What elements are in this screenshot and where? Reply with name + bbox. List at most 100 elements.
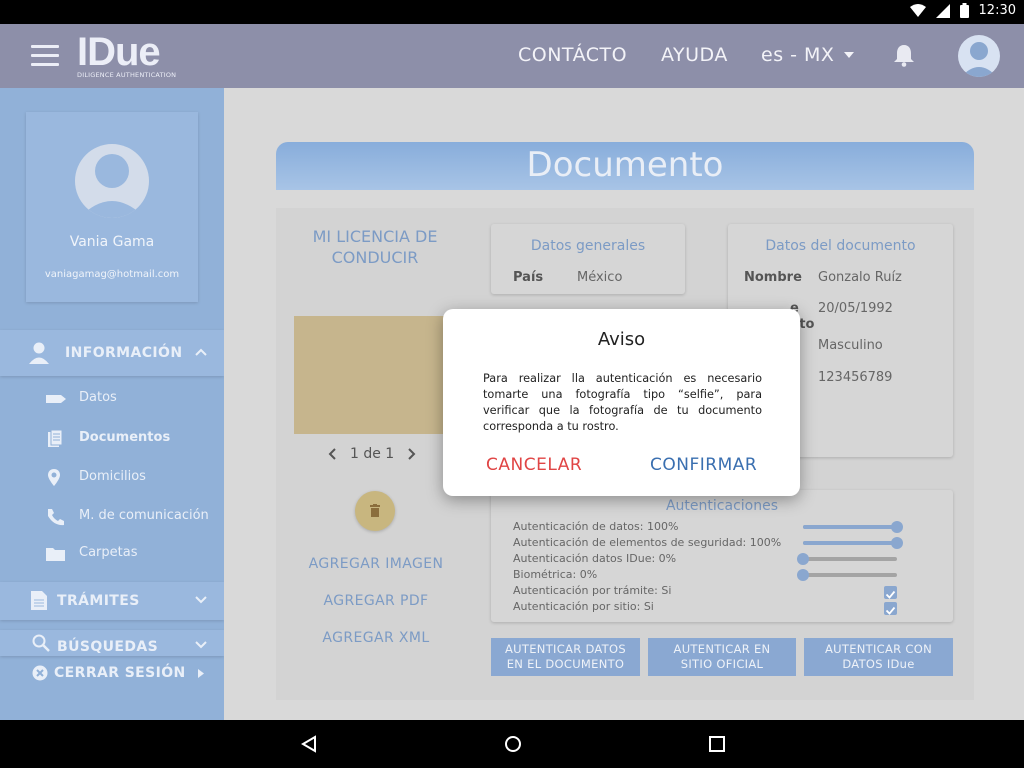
add-xml-link[interactable]: AGREGAR XML xyxy=(276,630,476,646)
language-select[interactable]: es - MX xyxy=(761,44,855,66)
confirm-button[interactable]: CONFIRMAR xyxy=(650,455,757,475)
delete-image-button[interactable] xyxy=(355,491,395,531)
chevron-up-icon xyxy=(195,348,207,356)
section-tramites-label: TRÁMITES xyxy=(57,593,140,609)
user-avatar[interactable] xyxy=(958,35,1000,77)
person-icon xyxy=(29,342,49,364)
document-type-title: MI LICENCIA DE CONDUCIR xyxy=(312,227,438,267)
button-label: EN EL DOCUMENTO xyxy=(506,657,625,671)
button-label: AUTENTICAR EN xyxy=(673,642,771,656)
cancel-button[interactable]: CANCELAR xyxy=(486,455,582,475)
section-informacion[interactable]: INFORMACIÓN xyxy=(0,330,224,376)
notice-dialog: Aviso Para realizar lla autenticación es… xyxy=(443,309,800,496)
document-data-title: Datos del documento xyxy=(765,238,916,254)
recents-icon[interactable] xyxy=(708,735,726,753)
battery-icon xyxy=(959,3,969,18)
checkbox-sitio[interactable] xyxy=(884,602,897,615)
auth-row-label: Biométrica: 0% xyxy=(513,568,598,581)
gender-value: Masculino xyxy=(818,338,883,353)
nav-help-link[interactable]: AYUDA xyxy=(661,44,728,66)
auth-progress-slider xyxy=(803,521,903,533)
sidebar-item-label: M. de comunicación xyxy=(79,508,209,523)
country-value: México xyxy=(577,270,623,285)
document-icon xyxy=(31,591,47,610)
documents-icon xyxy=(48,430,63,447)
image-pager: 1 de 1 xyxy=(328,446,416,462)
chevron-down-icon xyxy=(195,596,207,604)
home-icon[interactable] xyxy=(504,735,522,753)
signal-icon xyxy=(935,3,950,18)
auth-progress-slider xyxy=(803,537,903,549)
button-label: AUTENTICAR CON xyxy=(824,642,933,656)
section-tramites[interactable]: TRÁMITES xyxy=(0,582,224,620)
name-value: Gonzalo Ruíz xyxy=(818,270,902,285)
auth-row-label: Autenticación por trámite: Si xyxy=(513,584,672,597)
chevron-right-icon[interactable] xyxy=(408,448,416,460)
sidebar-item-label: Datos xyxy=(79,390,117,405)
logo: IDue DILIGENCE AUTHENTICATION xyxy=(77,32,176,79)
section-busquedas[interactable]: BÚSQUEDAS xyxy=(0,630,224,656)
section-busquedas-label: BÚSQUEDAS xyxy=(57,639,159,655)
sidebar-item-datos[interactable]: Datos xyxy=(0,385,224,413)
pager-label: 1 de 1 xyxy=(350,446,395,462)
location-pin-icon xyxy=(48,469,60,486)
sidebar-item-domicilios[interactable]: Domicilios xyxy=(0,464,224,492)
profile-name: Vania Gama xyxy=(69,234,155,250)
auth-row-label: Autenticación de elementos de seguridad:… xyxy=(513,536,782,549)
sidebar-item-carpetas[interactable]: Carpetas xyxy=(0,540,224,568)
auth-row-label: Autenticación de datos: 100% xyxy=(513,520,679,533)
bell-icon[interactable] xyxy=(893,43,915,67)
authenticate-official-site-button[interactable]: AUTENTICAR EN SITIO OFICIAL xyxy=(648,638,796,676)
authenticate-document-button[interactable]: AUTENTICAR DATOS EN EL DOCUMENTO xyxy=(491,638,640,676)
document-image[interactable] xyxy=(294,316,454,434)
button-label: DATOS IDue xyxy=(842,657,915,671)
check-icon xyxy=(885,606,896,615)
checkbox-tramite[interactable] xyxy=(884,586,897,599)
language-label: es - MX xyxy=(761,44,835,66)
name-label: Nombre xyxy=(744,270,802,285)
user-icon xyxy=(961,42,997,77)
general-data-title: Datos generales xyxy=(530,238,646,254)
sidebar-item-documentos[interactable]: Documentos xyxy=(0,425,224,453)
authenticate-idue-button[interactable]: AUTENTICAR CON DATOS IDue xyxy=(804,638,953,676)
page-title: Documento xyxy=(276,142,974,190)
status-bar: 12:30 xyxy=(0,0,1024,24)
check-icon xyxy=(885,590,896,599)
number-value: 123456789 xyxy=(818,370,893,385)
wifi-icon xyxy=(909,3,926,17)
add-pdf-link[interactable]: AGREGAR PDF xyxy=(276,593,476,609)
nav-contact-link[interactable]: CONTÁCTO xyxy=(518,44,627,66)
authentications-card: Autenticaciones Autenticación de datos: … xyxy=(491,490,953,622)
trash-icon xyxy=(370,504,380,517)
chevron-down-icon xyxy=(195,641,207,649)
auth-row-label: Autenticación datos IDue: 0% xyxy=(513,552,677,565)
system-nav-bar xyxy=(0,720,1024,768)
dialog-message: Para realizar lla autenticación es neces… xyxy=(483,372,762,433)
chevron-left-icon[interactable] xyxy=(328,448,336,460)
status-time: 12:30 xyxy=(978,3,1016,18)
birth-value: 20/05/1992 xyxy=(818,301,893,316)
sidebar: Vania Gama vaniagamag@hotmail.com INFORM… xyxy=(0,88,224,720)
user-icon xyxy=(79,154,145,218)
sidebar-item-label: Carpetas xyxy=(79,545,138,560)
add-image-link[interactable]: AGREGAR IMAGEN xyxy=(276,556,476,572)
search-icon xyxy=(32,634,50,652)
profile-card: Vania Gama vaniagamag@hotmail.com xyxy=(26,112,198,302)
caret-down-icon xyxy=(844,52,855,58)
country-label: País xyxy=(513,270,544,285)
top-bar: IDue DILIGENCE AUTHENTICATION CONTÁCTO A… xyxy=(0,24,1024,88)
sidebar-item-label: Documentos xyxy=(79,430,171,445)
auth-progress-slider xyxy=(797,569,897,581)
general-data-card: Datos generales País México xyxy=(491,224,685,294)
folder-icon xyxy=(46,548,65,561)
logout-label: CERRAR SESIÓN xyxy=(54,665,186,681)
logo-text: IDue xyxy=(77,30,161,74)
sidebar-item-comunicacion[interactable]: M. de comunicación xyxy=(0,503,224,531)
caret-right-icon xyxy=(198,669,204,678)
back-icon[interactable] xyxy=(300,735,318,753)
menu-icon[interactable] xyxy=(31,45,59,67)
logo-subtitle: DILIGENCE AUTHENTICATION xyxy=(77,71,177,79)
phone-icon xyxy=(48,509,64,526)
logout-button[interactable]: CERRAR SESIÓN xyxy=(0,662,224,692)
section-informacion-label: INFORMACIÓN xyxy=(65,345,183,361)
